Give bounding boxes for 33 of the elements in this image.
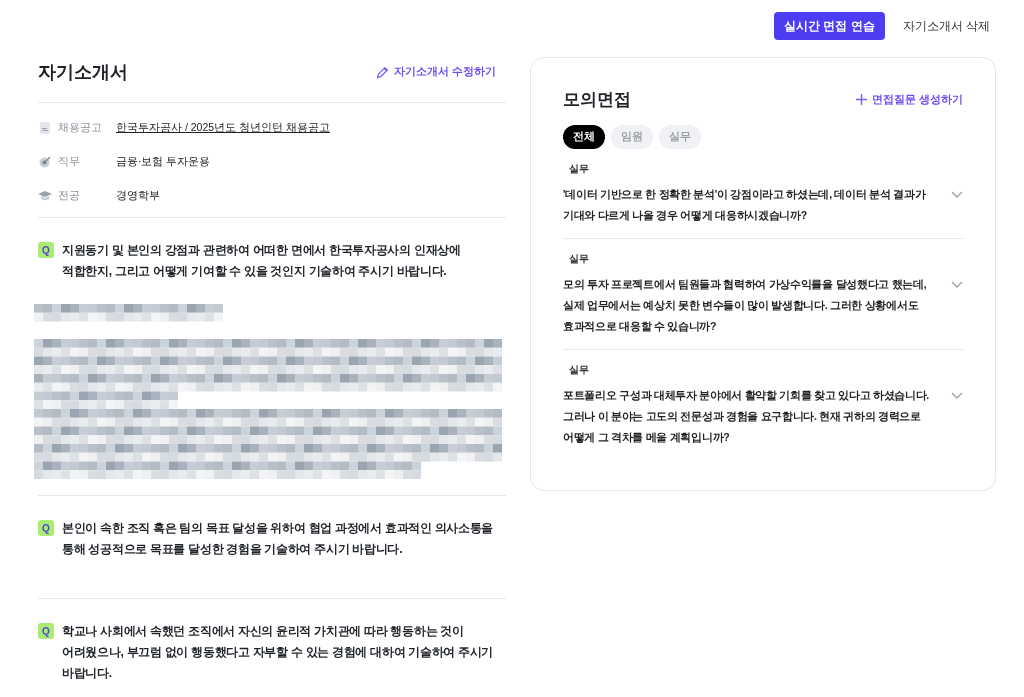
card-title: 모의면접: [563, 89, 631, 111]
question-category: 실무: [569, 253, 590, 266]
section-title: 자기소개서: [38, 61, 128, 84]
practice-button[interactable]: 실시간 면접 연습: [774, 12, 885, 40]
essay-question: 지원동기 및 본인의 강점과 관련하여 어떠한 면에서 한국투자공사의 인재상에 적합한지, 그리고 어떻게 기여할 수 있을 것인지 기술하여 주시기 바랍니다.: [62, 242, 462, 280]
chevron-icon[interactable]: [951, 281, 963, 289]
posting-link[interactable]: 한국투자공사 / 2025년도 청년인턴 채용공고: [116, 121, 330, 135]
filter-chip[interactable]: 전체: [563, 125, 605, 149]
chevron-icon[interactable]: [951, 392, 963, 400]
question-category: 실무: [569, 163, 590, 176]
graduation-cap-icon: [38, 190, 52, 202]
generate-link[interactable]: 면접질문 생성하기: [856, 92, 963, 107]
interview-question: 포트폴리오 구성과 대체투자 분야에서 활약할 기회를 찾고 있다고 하셨습니다. 그러나 이 분야는 고도의 전문성과 경험을 요구합니다. 현재 귀하의 경력으로 어떻게 그 격차를 메울 계획입니까?: [563, 388, 930, 445]
question-category: 실무: [569, 364, 590, 377]
chevron-icon[interactable]: [951, 191, 963, 199]
essay-question: 학교나 사회에서 속했던 조직에서 자신의 윤리적 가치관에 따라 행동하는 것이 어려웠으나, 부끄럼 없이 행동했다고 자부할 수 있는 경험에 대하여 기술하여 주시기 바랍니다.: [62, 623, 495, 682]
edit-link[interactable]: 자기소개서 수정하기: [376, 65, 496, 79]
question-badge: Q: [38, 242, 54, 258]
question-badge: Q: [38, 520, 54, 536]
plus-icon: [856, 94, 868, 105]
document-icon: [38, 122, 52, 134]
pencil-icon: [376, 65, 390, 79]
delete-button[interactable]: 자기소개서 삭제: [894, 17, 998, 35]
target-icon: [38, 156, 52, 168]
interview-question: 모의 투자 프로젝트에서 팀원들과 협력하여 가상수익률을 달성했다고 했는데, 실제 업무에서는 예상치 못한 변수들이 많이 발생합니다. 그러한 상황에서도 효과적으로 대응할 수 있습니까?: [563, 277, 928, 334]
interview-question: '데이터 기반으로 한 정확한 분석'이 강점이라고 하셨는데, 데이터 분석 결과가 기대와 다르게 나올 경우 어떻게 대응하시겠습니까?: [563, 187, 927, 223]
info-label: 채용공고: [58, 121, 103, 135]
question-badge: Q: [38, 623, 54, 639]
essay-question: 본인이 속한 조직 혹은 팀의 목표 달성을 위하여 협업 과정에서 효과적인 의사소통을 통해 성공적으로 목표를 달성한 경험을 기술하여 주시기 바랍니다.: [62, 520, 495, 558]
info-value: 금융·보험 투자운용: [116, 155, 211, 169]
info-label: 전공: [58, 189, 81, 203]
info-label: 직무: [58, 155, 81, 169]
info-value: 경영학부: [116, 189, 160, 203]
